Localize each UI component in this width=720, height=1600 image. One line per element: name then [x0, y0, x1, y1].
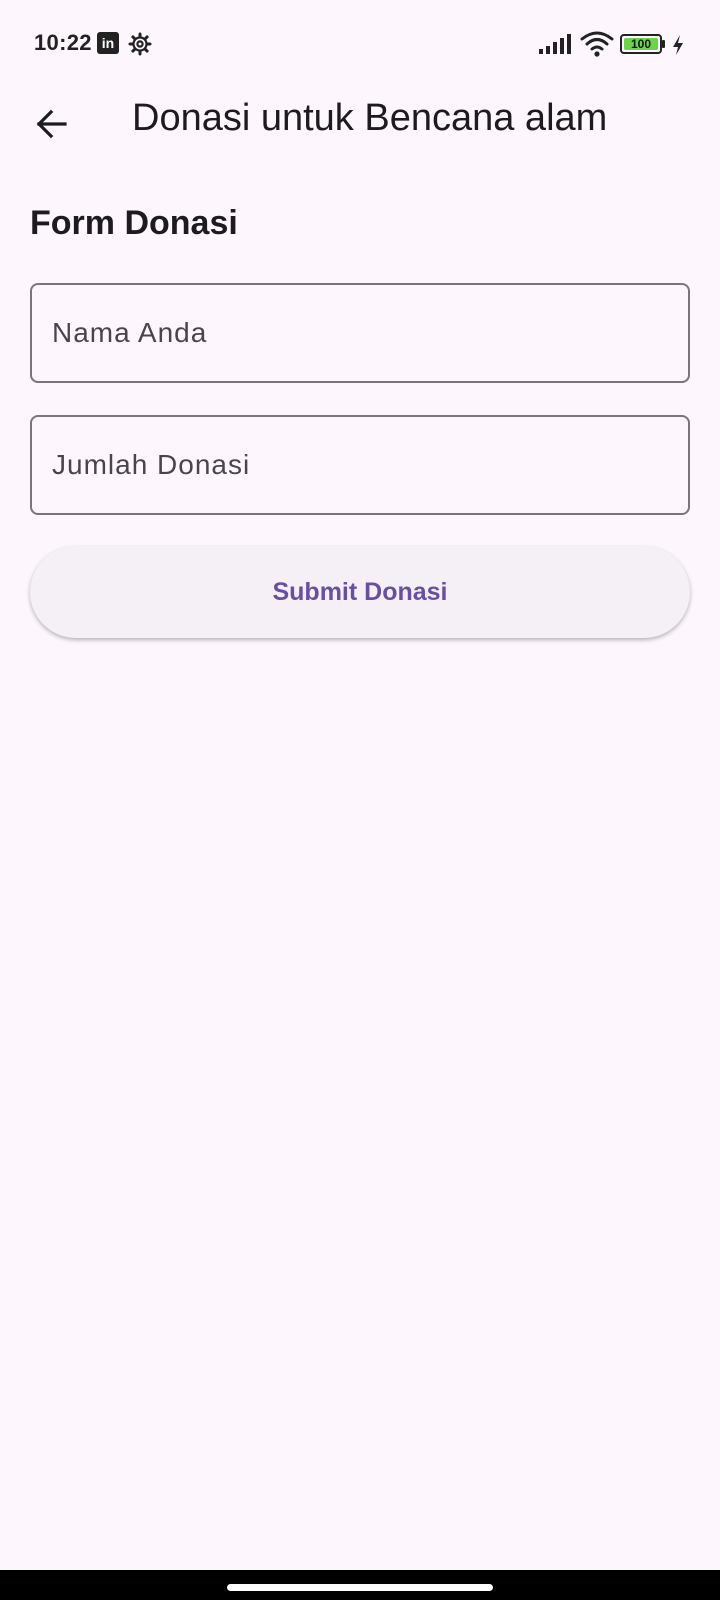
- submit-donation-button[interactable]: Submit Donasi: [30, 546, 690, 638]
- page-title: Donasi untuk Bencana alam: [132, 97, 608, 139]
- gear-icon: [128, 32, 152, 56]
- linkedin-icon: in: [97, 32, 119, 54]
- name-field[interactable]: [30, 283, 690, 383]
- amount-field[interactable]: [30, 415, 690, 515]
- battery-level: 100: [624, 38, 658, 51]
- wifi-icon: [580, 31, 614, 57]
- charging-icon: [673, 35, 683, 55]
- amount-input[interactable]: [32, 417, 688, 513]
- name-input[interactable]: [32, 285, 688, 381]
- arrow-left-icon: [36, 109, 67, 139]
- status-bar: 10:22 in 100: [0, 0, 720, 90]
- battery-icon: 100: [620, 34, 665, 54]
- form-heading: Form Donasi: [30, 204, 238, 242]
- status-time: 10:22: [34, 30, 92, 55]
- home-indicator[interactable]: [227, 1584, 493, 1591]
- navigation-bar: [0, 1570, 720, 1600]
- back-button[interactable]: [24, 96, 80, 152]
- app-bar: Donasi untuk Bencana alam: [0, 80, 720, 160]
- signal-icon: [539, 34, 571, 54]
